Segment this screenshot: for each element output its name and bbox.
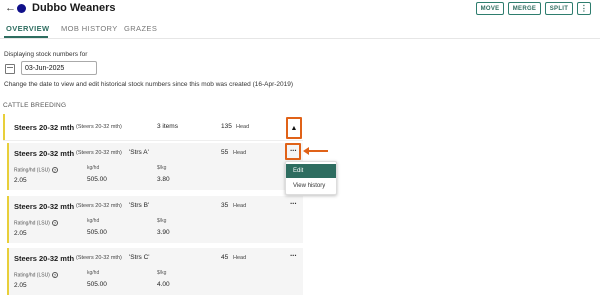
item-color-bar — [7, 196, 9, 243]
back-arrow-icon[interactable]: ← — [5, 2, 16, 14]
section-title: CATTLE BREEDING — [3, 102, 67, 109]
item-tag: 'Strs C' — [129, 254, 150, 261]
date-help-text: Change the date to view and edit histori… — [4, 81, 294, 88]
menu-item-view-history[interactable]: View history — [286, 179, 336, 193]
rating-value: 2.05 — [14, 230, 27, 237]
merge-button[interactable]: MERGE — [508, 2, 541, 15]
group-name: Steers 20-32 mth — [14, 123, 75, 132]
group-head-count: 135 — [221, 123, 232, 130]
menu-item-edit[interactable]: Edit — [286, 164, 336, 178]
rating-value: 2.05 — [14, 177, 27, 184]
page-title: Dubbo Weaners — [32, 2, 116, 14]
skg-label: $/kg — [157, 270, 167, 276]
item-color-bar — [7, 143, 9, 190]
annotation-arrow-line — [306, 150, 328, 152]
item-tag: 'Strs A' — [129, 149, 149, 156]
more-options-icon[interactable]: ··· — [290, 199, 297, 208]
skg-value: 4.00 — [157, 281, 170, 288]
item-head-label: Head — [233, 255, 247, 261]
rating-value: 2.05 — [14, 282, 27, 289]
tab-grazes[interactable]: GRAZES — [124, 24, 157, 33]
collapse-toggle-button[interactable]: ▲ — [286, 117, 302, 139]
item-class: (Steers 20-32 mth) — [76, 150, 122, 156]
split-button[interactable]: SPLIT — [545, 2, 573, 15]
kghd-label: kg/hd — [87, 165, 100, 171]
item-head-label: Head — [233, 203, 247, 209]
kghd-value: 505.00 — [87, 229, 107, 236]
item-name: Steers 20-32 mth — [14, 149, 75, 158]
skg-label: $/kg — [157, 165, 167, 171]
highlight-box — [285, 143, 301, 160]
item-head-count: 45 — [221, 254, 229, 261]
caret-up-icon: ▲ — [290, 124, 298, 132]
list-item: Steers 20-32 mth (Steers 20-32 mth) 'Str… — [7, 248, 303, 295]
group-head-label: Head — [236, 124, 250, 130]
kghd-label: kg/hd — [87, 270, 100, 276]
rating-label-text: Rating/hd (LSU) — [14, 272, 50, 279]
item-actions-menu: Edit View history — [285, 161, 337, 195]
item-class: (Steers 20-32 mth) — [76, 203, 122, 209]
group-items-count: 3 items — [157, 123, 178, 130]
annotation-arrow-icon — [303, 147, 309, 155]
calendar-icon[interactable] — [5, 64, 15, 74]
displaying-label: Displaying stock numbers for — [4, 51, 88, 58]
item-name: Steers 20-32 mth — [14, 202, 75, 211]
rating-label: Rating/hd (LSU)? — [14, 167, 58, 173]
kghd-value: 505.00 — [87, 281, 107, 288]
tab-divider — [0, 38, 600, 39]
list-item: Steers 20-32 mth (Steers 20-32 mth) 'Str… — [7, 196, 303, 243]
rating-label-text: Rating/hd (LSU) — [14, 220, 50, 227]
item-head-label: Head — [233, 150, 247, 156]
help-icon[interactable]: ? — [51, 167, 58, 173]
more-options-button[interactable]: ⋮ — [577, 2, 591, 15]
rating-label: Rating/hd (LSU)? — [14, 220, 58, 226]
more-options-icon[interactable]: ··· — [290, 251, 297, 260]
mob-color-dot — [17, 4, 26, 13]
tab-overview[interactable]: OVERVIEW — [6, 24, 50, 33]
group-row[interactable]: Steers 20-32 mth (Steers 20-32 mth) 3 it… — [3, 114, 303, 141]
help-icon[interactable]: ? — [51, 220, 58, 226]
item-color-bar — [7, 248, 9, 295]
kghd-value: 505.00 — [87, 176, 107, 183]
help-icon[interactable]: ? — [51, 272, 58, 278]
list-item: Steers 20-32 mth (Steers 20-32 mth) 'Str… — [7, 143, 303, 190]
skg-label: $/kg — [157, 218, 167, 224]
item-class: (Steers 20-32 mth) — [76, 255, 122, 261]
item-head-count: 55 — [221, 149, 229, 156]
move-button[interactable]: MOVE — [476, 2, 504, 15]
skg-value: 3.80 — [157, 176, 170, 183]
date-input[interactable]: 03-Jun-2025 — [21, 61, 97, 75]
tab-mob-history[interactable]: MOB HISTORY — [61, 24, 118, 33]
item-tag: 'Strs B' — [129, 202, 150, 209]
item-head-count: 35 — [221, 202, 229, 209]
rating-label-text: Rating/hd (LSU) — [14, 167, 50, 174]
item-name: Steers 20-32 mth — [14, 254, 75, 263]
rating-label: Rating/hd (LSU)? — [14, 272, 58, 278]
group-class: (Steers 20-32 mth) — [76, 124, 122, 130]
group-color-bar — [3, 114, 5, 140]
skg-value: 3.90 — [157, 229, 170, 236]
kghd-label: kg/hd — [87, 218, 100, 224]
